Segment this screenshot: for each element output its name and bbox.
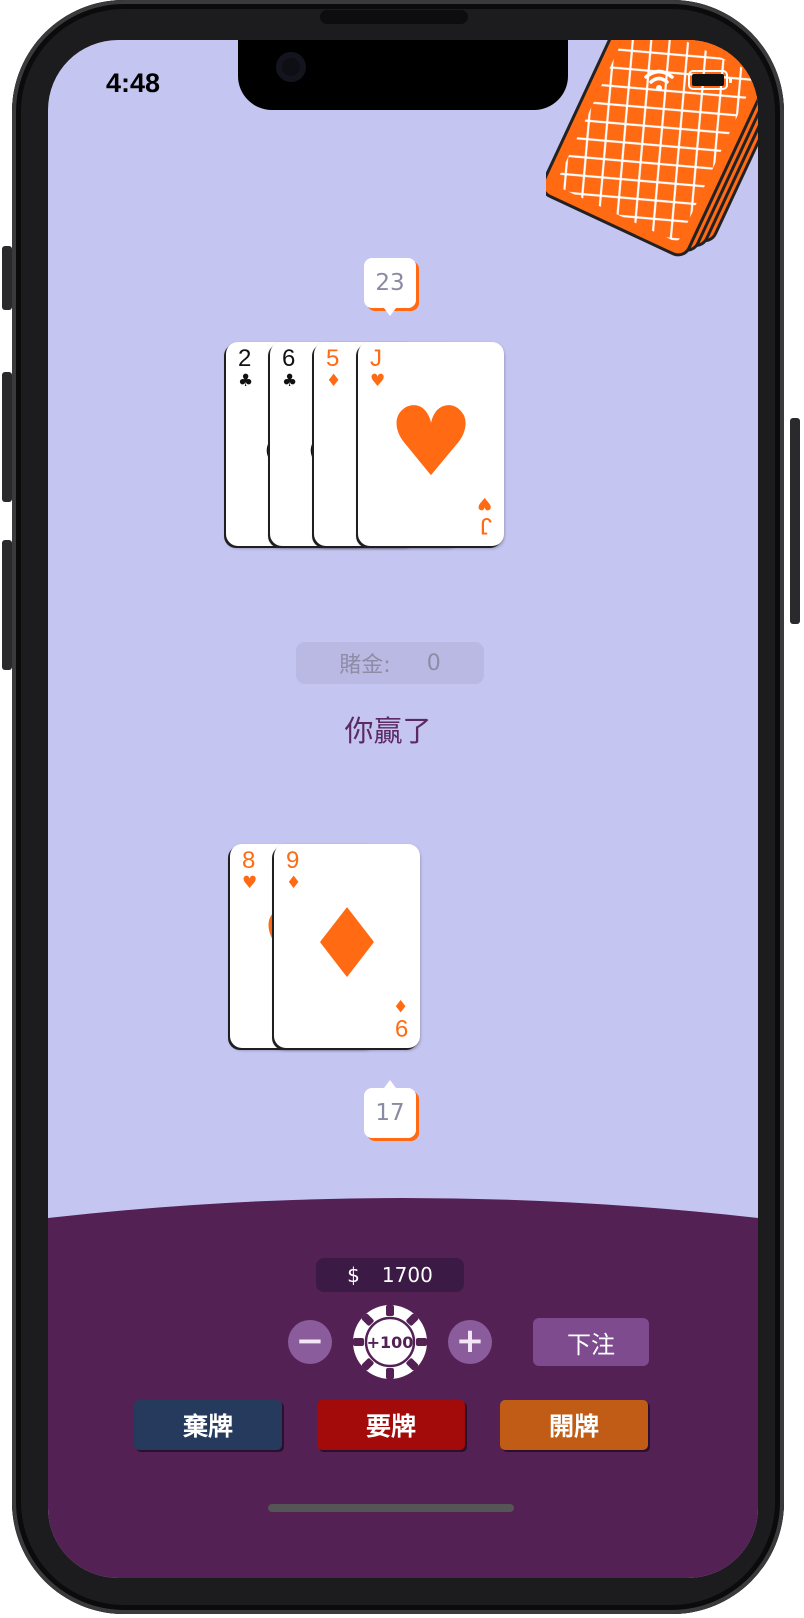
notch	[238, 40, 568, 110]
hit-button[interactable]: 要牌	[317, 1400, 465, 1450]
club-icon: ♣	[282, 371, 298, 391]
wifi-icon	[644, 69, 674, 91]
balance-amount: 1700	[381, 1263, 433, 1287]
fold-button[interactable]: 棄牌	[134, 1400, 282, 1450]
side-button-power	[790, 418, 800, 624]
chip-100[interactable]: +100	[352, 1304, 428, 1380]
heart-icon: ♥	[242, 873, 258, 893]
dealer-score: 23	[375, 270, 405, 296]
card-rank: 8	[242, 847, 256, 874]
diamond-icon: ♦	[392, 995, 408, 1015]
bet-label: 賭金:	[339, 653, 391, 678]
heart-icon: ♥	[476, 493, 492, 513]
status-icons	[644, 68, 732, 92]
diamond-icon: ♦	[303, 888, 391, 1000]
club-icon: ♣	[238, 371, 254, 391]
result-message: 你贏了	[344, 714, 432, 748]
wallet-balance: $ 1700	[316, 1258, 464, 1292]
earpiece-speaker	[320, 10, 468, 24]
side-button-mute	[2, 246, 12, 310]
bet-amount: 0	[426, 650, 441, 676]
decrease-bet-button[interactable]: −	[288, 1320, 332, 1364]
home-indicator[interactable]	[268, 1504, 514, 1512]
card-rank: 9	[286, 847, 300, 874]
card-rank: 9	[394, 1014, 408, 1041]
stand-button[interactable]: 開牌	[500, 1400, 648, 1450]
dealer-card: J ♥ ♥ ♥ J	[358, 342, 504, 546]
card-rank: 6	[282, 345, 296, 372]
card-rank: 2	[238, 345, 252, 372]
diamond-icon: ♦	[326, 371, 342, 391]
player-score: 17	[375, 1100, 405, 1126]
card-rank: J	[480, 512, 492, 539]
card-rank: J	[370, 345, 382, 372]
side-button-volume-down	[2, 540, 12, 670]
heart-icon: ♥	[387, 386, 475, 498]
side-button-volume-up	[2, 372, 12, 502]
player-card: 9 ♦ ♦ ♦ 9	[274, 844, 420, 1048]
status-time: 4:48	[106, 68, 161, 98]
currency-symbol: $	[347, 1263, 360, 1287]
current-bet: 賭金: 0	[296, 642, 484, 684]
heart-icon: ♥	[370, 371, 386, 391]
chip-label: +100	[367, 1333, 414, 1352]
battery-icon	[688, 70, 732, 90]
dealer-score-badge: 23	[364, 258, 416, 316]
game-screen: 4:48 23 2 ♣ ♣	[48, 40, 758, 1578]
card-rank: 5	[326, 345, 340, 372]
camera	[276, 52, 306, 82]
place-bet-button[interactable]: 下注	[533, 1318, 649, 1366]
player-score-badge: 17	[364, 1080, 416, 1138]
increase-bet-button[interactable]: +	[448, 1320, 492, 1364]
diamond-icon: ♦	[286, 873, 302, 893]
